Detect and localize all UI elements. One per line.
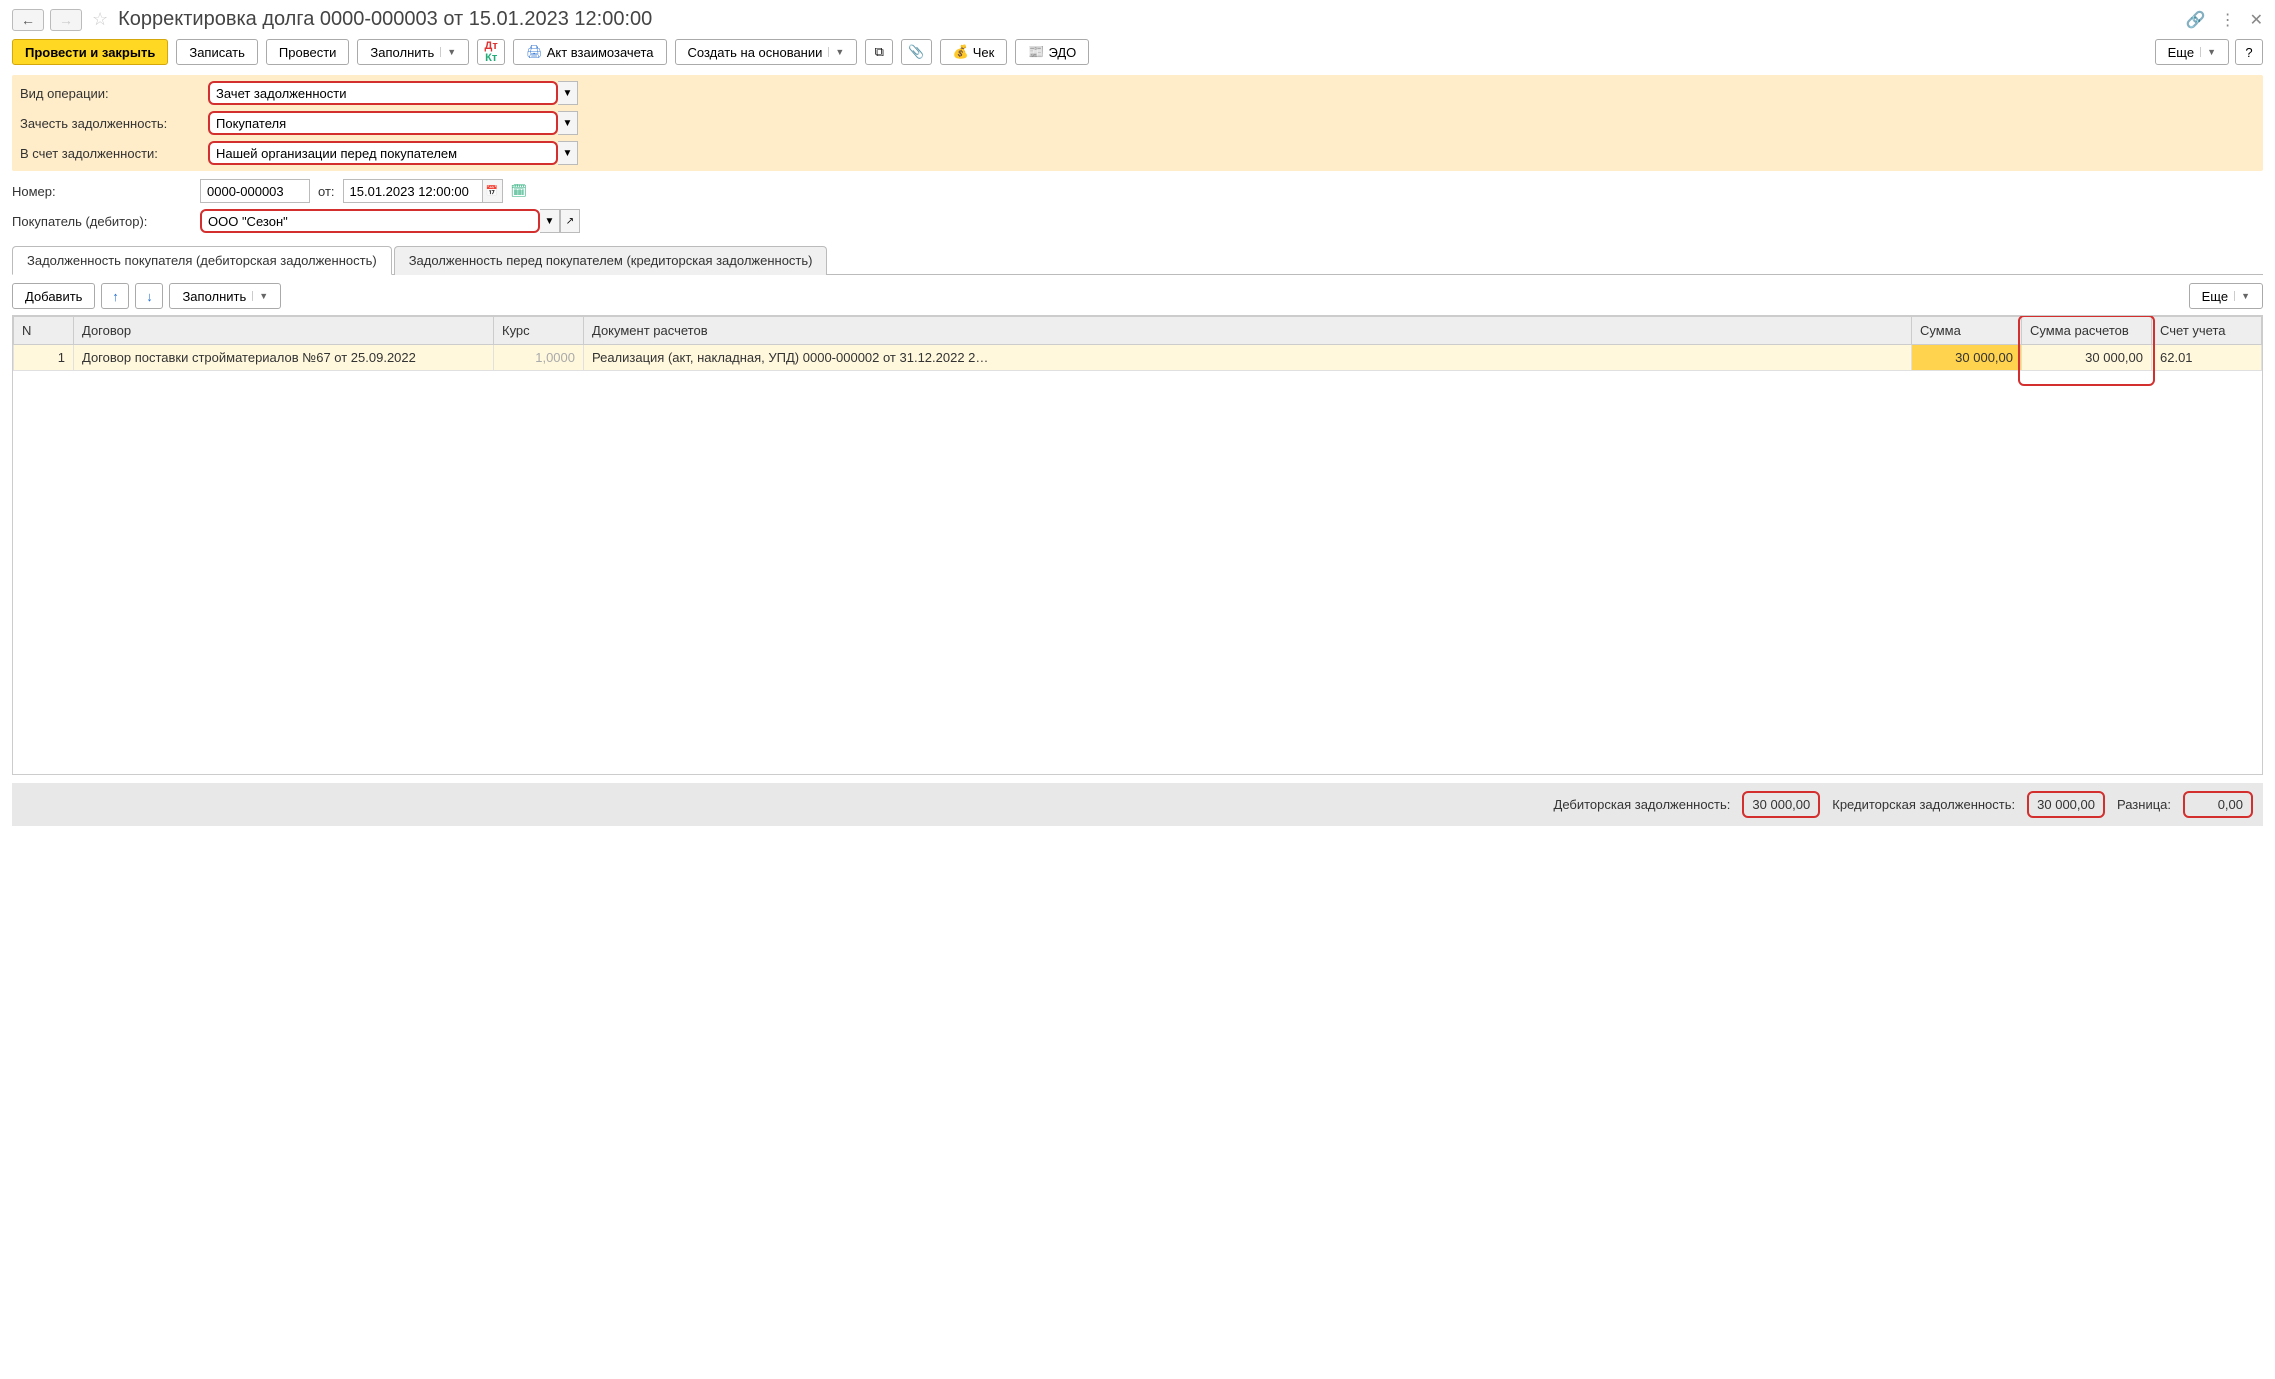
op-type-input[interactable] [208,81,558,105]
receipt-icon: 💰 [953,44,969,60]
operation-params-block: Вид операции: ▼ Зачесть задолженность: ▼… [12,75,2263,171]
tab-creditor[interactable]: Задолженность перед покупателем (кредито… [394,246,828,275]
kebab-menu-icon[interactable]: ⋮ [2220,10,2236,30]
debt-table: N Договор Курс Документ расчетов Сумма С… [13,316,2262,371]
buyer-dropdown[interactable]: ▼ [540,209,560,233]
page-title: Корректировка долга 0000-000003 от 15.01… [118,8,652,31]
debt-table-container: N Договор Курс Документ расчетов Сумма С… [12,315,2263,775]
cell-sum[interactable]: 30 000,00 [1912,345,2022,371]
close-icon[interactable]: ✕ [2250,10,2263,30]
buyer-open-button[interactable]: ↗ [560,209,580,233]
op-type-label: Вид операции: [20,86,200,101]
arrow-up-icon: ↑ [112,289,119,304]
against-label: В счет задолженности: [20,146,200,161]
calendar-icon: 📅 [486,186,498,197]
table-row[interactable]: 1 Договор поставки стройматериалов №67 о… [14,345,2262,371]
footer-debit-value: 30 000,00 [1742,791,1820,818]
footer-diff-value: 0,00 [2183,791,2253,818]
move-down-button[interactable]: ↓ [135,283,163,309]
structure-icon: ⧉ [875,44,884,60]
post-button[interactable]: Провести [266,39,350,65]
cell-contract[interactable]: Договор поставки стройматериалов №67 от … [74,345,494,371]
table-more-label: Еще [2202,289,2228,304]
number-label: Номер: [12,184,192,199]
table-fill-button[interactable]: Заполнить ▼ [169,283,281,309]
col-contract[interactable]: Договор [74,317,494,345]
cell-rate[interactable]: 1,0000 [494,345,584,371]
against-dropdown[interactable]: ▼ [558,141,578,165]
buyer-label: Покупатель (дебитор): [12,214,192,229]
add-row-button[interactable]: Добавить [12,283,95,309]
calendar-button[interactable]: 📅 [483,179,503,203]
offset-label: Зачесть задолженность: [20,116,200,131]
save-button[interactable]: Записать [176,39,258,65]
attachment-button[interactable]: 📎 [901,39,931,65]
col-rate[interactable]: Курс [494,317,584,345]
chevron-down-icon: ▼ [2200,47,2216,57]
toolbar-more-button[interactable]: Еще ▼ [2155,39,2229,65]
footer-summary: Дебиторская задолженность: 30 000,00 Кре… [12,783,2263,826]
act-button-label: Акт взаимозачета [547,45,654,60]
cell-sum-calc[interactable]: 30 000,00 [2022,345,2152,371]
date-from-label: от: [318,184,335,199]
help-button[interactable]: ? [2235,39,2263,65]
arrow-down-icon: ↓ [146,289,153,304]
dtk-icon: ДтКт [485,40,498,64]
date-status-icon[interactable]: 🗓 [511,183,528,199]
printer-icon: 🖨 [526,44,543,60]
link-icon[interactable]: 🔗 [2186,10,2206,30]
paperclip-icon: 📎 [908,44,924,60]
buyer-input[interactable] [200,209,540,233]
edo-button[interactable]: 📰 ЭДО [1015,39,1089,65]
chevron-down-icon: ▼ [252,291,268,301]
col-n[interactable]: N [14,317,74,345]
cell-n[interactable]: 1 [14,345,74,371]
date-input[interactable] [343,179,483,203]
favorite-star-icon[interactable]: ☆ [92,9,108,30]
footer-debit-label: Дебиторская задолженность: [1554,797,1731,812]
chevron-down-icon: ▼ [440,47,456,57]
offset-dropdown[interactable]: ▼ [558,111,578,135]
offset-input[interactable] [208,111,558,135]
col-account[interactable]: Счет учета [2152,317,2262,345]
nav-forward-button[interactable]: → [50,9,82,31]
against-input[interactable] [208,141,558,165]
move-up-button[interactable]: ↑ [101,283,129,309]
fill-button[interactable]: Заполнить ▼ [357,39,469,65]
act-button[interactable]: 🖨 Акт взаимозачета [513,39,666,65]
op-type-dropdown[interactable]: ▼ [558,81,578,105]
nav-back-button[interactable]: ← [12,9,44,31]
footer-diff-label: Разница: [2117,797,2171,812]
col-sum-calc-label: Сумма расчетов [2030,323,2129,338]
chevron-down-icon: ▼ [2234,291,2250,301]
footer-credit-value: 30 000,00 [2027,791,2105,818]
cell-account[interactable]: 62.01 [2152,345,2262,371]
col-doc[interactable]: Документ расчетов [584,317,1912,345]
tab-debitor[interactable]: Задолженность покупателя (дебиторская за… [12,246,392,275]
edo-button-label: ЭДО [1048,45,1076,60]
toolbar-more-label: Еще [2168,45,2194,60]
cell-doc[interactable]: Реализация (акт, накладная, УПД) 0000-00… [584,345,1912,371]
footer-credit-label: Кредиторская задолженность: [1832,797,2015,812]
edo-icon: 📰 [1028,44,1044,60]
chevron-down-icon: ▼ [828,47,844,57]
structure-button[interactable]: ⧉ [865,39,893,65]
table-fill-label: Заполнить [182,289,246,304]
table-more-button[interactable]: Еще ▼ [2189,283,2263,309]
fill-button-label: Заполнить [370,45,434,60]
col-sum[interactable]: Сумма [1912,317,2022,345]
dtk-button[interactable]: ДтКт [477,39,505,65]
col-sum-calc[interactable]: Сумма расчетов [2022,317,2152,345]
receipt-button-label: Чек [973,45,995,60]
receipt-button[interactable]: 💰 Чек [940,39,1008,65]
number-input[interactable] [200,179,310,203]
create-based-on-button[interactable]: Создать на основании ▼ [675,39,858,65]
create-based-on-label: Создать на основании [688,45,823,60]
post-and-close-button[interactable]: Провести и закрыть [12,39,168,65]
